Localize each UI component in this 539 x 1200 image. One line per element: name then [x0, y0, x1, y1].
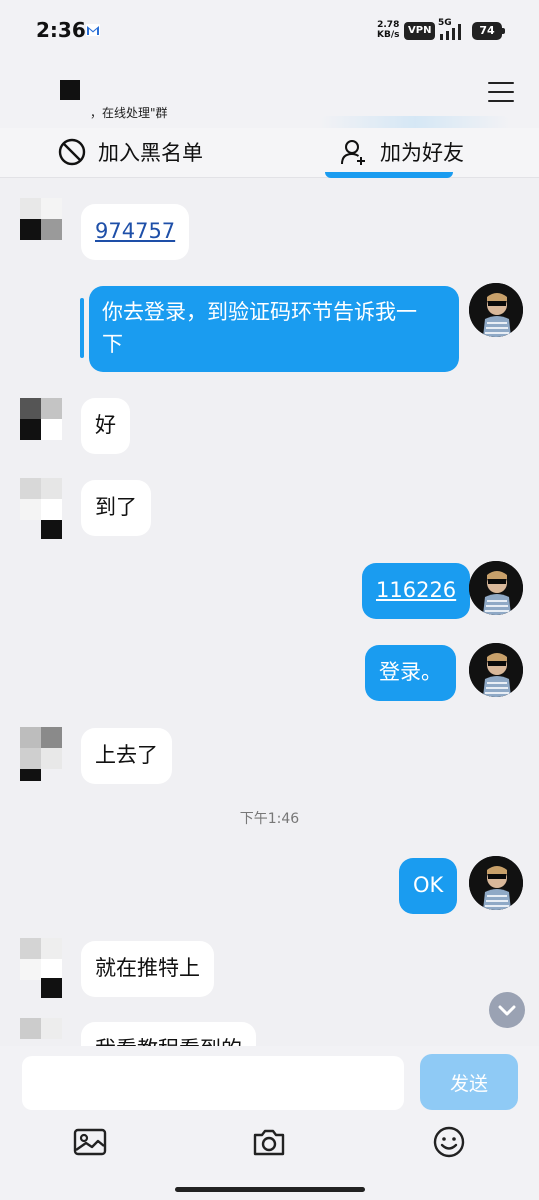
sender-avatar[interactable] [20, 398, 62, 440]
sender-avatar[interactable] [20, 938, 62, 998]
group-avatar [60, 80, 80, 100]
message-bubble[interactable]: 你去登录，到验证码环节告诉我一 下 [89, 286, 459, 372]
my-avatar[interactable] [469, 283, 523, 337]
sender-avatar[interactable] [20, 727, 62, 781]
signal-icon: 5G [438, 18, 466, 42]
message-text: 到了 [95, 495, 137, 519]
message-bubble[interactable]: 116226 [362, 563, 471, 619]
message-bubble[interactable]: OK [399, 858, 458, 914]
menu-icon[interactable] [488, 82, 514, 104]
avatar-photo-icon [469, 561, 523, 615]
status-time: 2:36 [36, 18, 86, 42]
add-to-blacklist-button[interactable]: 加入黑名单 [58, 128, 203, 176]
emoji-icon[interactable] [431, 1124, 467, 1160]
add-friend-button[interactable]: 加为好友 [340, 128, 464, 176]
vpn-badge: VPN [404, 22, 436, 40]
message-text: 就在推特上 [95, 956, 200, 980]
message-bubble[interactable]: 上去了 [81, 728, 172, 784]
sender-avatar[interactable] [20, 198, 62, 240]
my-avatar[interactable] [469, 643, 523, 697]
message-text[interactable]: 974757 [95, 219, 175, 243]
battery-level: 74 [472, 22, 502, 40]
home-indicator[interactable] [175, 1187, 365, 1192]
message-timestamp: 下午1:46 [239, 811, 300, 827]
message-text[interactable]: 116226 [376, 578, 456, 602]
message-text: OK [413, 873, 444, 897]
message-input[interactable] [22, 1056, 404, 1110]
message-text-line: 你去登录，到验证码环节告诉我一 [102, 300, 417, 324]
message-text-line: 下 [102, 332, 123, 356]
message-bubble[interactable]: 就在推特上 [81, 941, 214, 997]
avatar-photo-icon [469, 283, 523, 337]
action-bar: 加入黑名单 加为好友 [0, 128, 539, 178]
add-friend-label: 加为好友 [380, 141, 464, 165]
scroll-to-bottom-button[interactable] [489, 992, 525, 1028]
blacklist-label: 加入黑名单 [98, 141, 203, 165]
network-speed: 2.78 KB/s [377, 20, 399, 40]
network-speed-value: 2.78 [377, 20, 400, 30]
message-text: 上去了 [95, 743, 158, 767]
avatar-photo-icon [469, 643, 523, 697]
message-bubble[interactable]: 登录。 [365, 645, 456, 701]
chat-header: ，在线处理"群 [0, 62, 539, 130]
message-text: 好 [95, 413, 116, 437]
send-button[interactable]: 发送 [420, 1054, 518, 1110]
network-speed-unit: KB/s [377, 30, 400, 40]
image-icon[interactable] [72, 1124, 108, 1160]
block-icon [58, 138, 86, 166]
message-bubble[interactable]: 974757 [81, 204, 190, 260]
status-bar: 2:36 2.78 KB/s VPN 5G 74 [0, 0, 539, 62]
camera-icon[interactable] [251, 1124, 287, 1160]
group-subtitle: ，在线处理"群 [90, 106, 168, 120]
add-user-icon [341, 140, 365, 165]
my-avatar[interactable] [469, 856, 523, 910]
message-bubble[interactable]: 好 [81, 398, 130, 454]
battery-icon: 74 [472, 22, 506, 40]
avatar-photo-icon [469, 856, 523, 910]
input-area: 发送 [0, 1046, 539, 1200]
message-bubble[interactable]: 到了 [81, 480, 151, 536]
message-text: 登录。 [379, 660, 442, 684]
my-avatar[interactable] [469, 561, 523, 615]
chevron-down-icon [498, 1005, 516, 1016]
sender-avatar[interactable] [20, 478, 62, 539]
mail-notification-icon [86, 24, 100, 36]
